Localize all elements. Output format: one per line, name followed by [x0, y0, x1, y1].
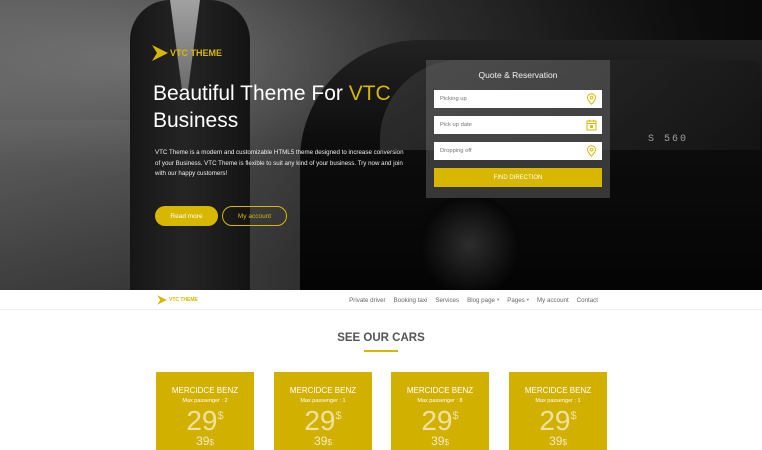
navbar-logo[interactable]: VTC THEME — [157, 294, 198, 306]
nav-item-label: Services — [435, 296, 460, 304]
nav-item-private-driver[interactable]: Private driver — [349, 297, 385, 304]
pickup-date-field[interactable] — [434, 116, 602, 134]
car-price-value: 29 — [186, 405, 218, 436]
main-navbar: VTC THEME Private driver Booking taxi Se… — [0, 290, 762, 310]
currency-symbol: $ — [452, 410, 459, 422]
nav-item-label: Contact — [576, 296, 598, 304]
car-old-price-value: 39 — [314, 434, 328, 448]
picking-up-input[interactable] — [434, 96, 579, 102]
currency-symbol: $ — [327, 438, 332, 447]
car-old-price: 39$ — [156, 434, 254, 448]
nav-item-label: Booking taxi — [393, 296, 428, 304]
car-price: 29$ — [274, 406, 372, 436]
nav-menu: Private driver Booking taxi Services Blo… — [341, 290, 598, 310]
car-old-price-value: 39 — [196, 434, 210, 448]
currency-symbol: $ — [209, 438, 214, 447]
car-price-value: 29 — [539, 405, 571, 436]
hero-title-line1: Beautiful Theme For — [153, 82, 349, 105]
car-price: 29$ — [509, 406, 607, 436]
dropping-off-field[interactable] — [434, 142, 602, 160]
pickup-date-input[interactable] — [434, 122, 579, 128]
logo-chevron-icon — [157, 295, 167, 305]
car-old-price-value: 39 — [431, 434, 445, 448]
hero-title: Beautiful Theme For VTC Business — [153, 80, 423, 134]
car-card[interactable]: MERCIDCE BENZ Max passenger : 1 29$ 39$ — [274, 372, 372, 450]
hero-title-accent: VTC — [348, 82, 391, 105]
nav-item-contact[interactable]: Contact — [577, 297, 598, 304]
car-price: 29$ — [156, 406, 254, 436]
car-price-value: 29 — [421, 405, 453, 436]
calendar-icon[interactable] — [586, 119, 597, 131]
chevron-down-icon: ▾ — [496, 297, 500, 302]
nav-item-services[interactable]: Services — [435, 297, 459, 304]
logo-text: VTC THEME — [170, 48, 223, 58]
chevron-down-icon: ▾ — [526, 297, 530, 302]
currency-symbol: $ — [570, 410, 577, 422]
find-direction-button[interactable]: FIND DIRECTION — [434, 168, 602, 187]
car-old-price-value: 39 — [549, 434, 563, 448]
dropping-off-input[interactable] — [434, 148, 579, 154]
car-max-passenger: Max passenger : 1 — [300, 398, 346, 404]
car-name: MERCIDCE BENZ — [406, 386, 474, 395]
section-title-underline — [364, 350, 398, 352]
location-pin-icon[interactable] — [586, 145, 597, 157]
hero-overlay — [0, 0, 762, 290]
location-pin-icon[interactable] — [586, 93, 597, 105]
car-max-passenger: Max passenger : 8 — [417, 398, 463, 404]
hero-logo[interactable]: VTC THEME — [152, 43, 222, 63]
picking-up-field[interactable] — [434, 90, 602, 108]
nav-item-booking-taxi[interactable]: Booking taxi — [394, 297, 428, 304]
logo-chevron-icon — [152, 45, 168, 61]
nav-item-label: Blog page — [467, 296, 495, 304]
car-card[interactable]: MERCIDCE BENZ Max passenger : 8 29$ 39$ — [391, 372, 489, 450]
car-name: MERCIDCE BENZ — [171, 386, 239, 395]
car-card[interactable]: MERCIDCE BENZ Max passenger : 2 29$ 39$ — [156, 372, 254, 450]
currency-symbol: $ — [217, 410, 224, 422]
nav-item-label: Pages — [507, 296, 525, 304]
car-price: 29$ — [391, 406, 489, 436]
currency-symbol: $ — [335, 410, 342, 422]
nav-item-pages[interactable]: Pages ▾ — [507, 297, 529, 304]
hero-description: VTC Theme is a modern and customizable H… — [155, 149, 404, 177]
car-old-price: 39$ — [391, 434, 489, 448]
quote-reservation-panel: Quote & Reservation Picking up Pick up d… — [426, 60, 610, 198]
car-price-value: 29 — [304, 405, 336, 436]
nav-item-blog-page[interactable]: Blog page ▾ — [467, 297, 499, 304]
section-title: SEE OUR CARS — [337, 332, 425, 344]
car-max-passenger: Max passenger : 1 — [535, 398, 581, 404]
car-old-price: 39$ — [274, 434, 372, 448]
car-card[interactable]: MERCIDCE BENZ Max passenger : 1 29$ 39$ — [509, 372, 607, 450]
nav-item-label: Private driver — [349, 296, 386, 304]
nav-item-my-account[interactable]: My account — [537, 297, 569, 304]
currency-symbol: $ — [562, 438, 567, 447]
car-name: MERCIDCE BENZ — [289, 386, 357, 395]
currency-symbol: $ — [444, 438, 449, 447]
hero-title-line2: Business — [153, 109, 239, 132]
car-name: MERCIDCE BENZ — [524, 386, 592, 395]
hero-section: S 560 VTC THEME Beautiful Theme For VTC … — [0, 0, 762, 290]
car-max-passenger: Max passenger : 2 — [182, 398, 228, 404]
nav-item-label: My account — [537, 296, 569, 304]
navbar-logo-text: VTC THEME — [169, 297, 198, 303]
read-more-button[interactable]: Read more — [155, 206, 218, 226]
my-account-button[interactable]: My account — [222, 206, 287, 226]
quote-title: Quote & Reservation — [478, 70, 558, 80]
car-old-price: 39$ — [509, 434, 607, 448]
